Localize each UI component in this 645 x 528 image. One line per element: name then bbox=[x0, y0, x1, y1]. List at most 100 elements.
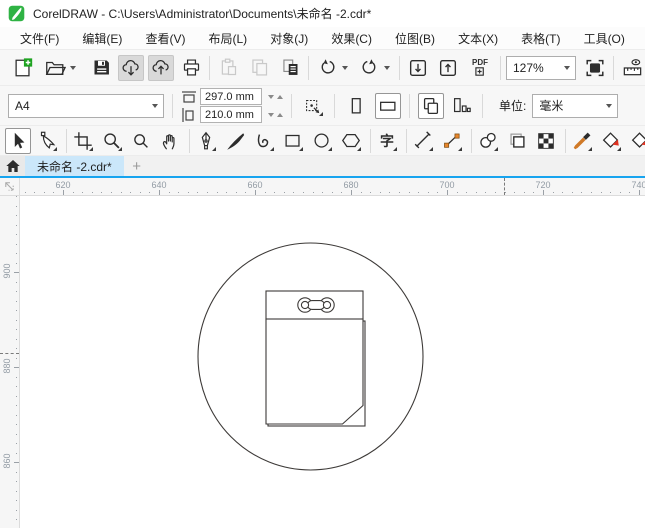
tool-zoom[interactable] bbox=[99, 128, 125, 154]
units-label: 单位: bbox=[499, 99, 527, 113]
nudge-offset-button[interactable] bbox=[300, 93, 326, 119]
menu-bitmaps[interactable]: 位图(B) bbox=[391, 28, 439, 49]
undo-button[interactable] bbox=[314, 55, 340, 81]
paste-special-icon bbox=[282, 59, 297, 75]
tool-ellipse[interactable] bbox=[309, 128, 335, 154]
tool-shape-edit[interactable] bbox=[34, 128, 60, 154]
current-page-size-button[interactable] bbox=[448, 93, 474, 119]
page-height-spinner[interactable] bbox=[268, 112, 283, 117]
view-rulers-button[interactable] bbox=[619, 55, 645, 81]
open-button[interactable] bbox=[42, 55, 68, 81]
tool-text[interactable]: 字 bbox=[374, 128, 400, 154]
open-dropdown-caret[interactable] bbox=[70, 65, 76, 70]
nudge-offset-icon bbox=[306, 99, 320, 113]
coreldraw-logo-icon bbox=[8, 5, 25, 22]
vertical-ruler[interactable]: 900 880 860 bbox=[0, 196, 20, 528]
tool-color-eyedropper[interactable] bbox=[569, 128, 595, 154]
tool-transparency[interactable] bbox=[504, 128, 530, 154]
magnifier-icon bbox=[134, 133, 148, 148]
page-width-spinner[interactable] bbox=[268, 94, 283, 99]
menu-effects[interactable]: 效果(C) bbox=[327, 28, 376, 49]
new-document-button[interactable] bbox=[10, 55, 36, 81]
horizontal-ruler[interactable]: 620 640 660 680 700 720 740 bbox=[20, 178, 645, 196]
new-tab-button[interactable]: + bbox=[124, 156, 150, 176]
tool-rectangle[interactable] bbox=[280, 128, 306, 154]
new-document-icon bbox=[15, 57, 33, 76]
ruler-origin-icon bbox=[5, 182, 14, 191]
menu-edit[interactable]: 编辑(E) bbox=[78, 28, 126, 49]
tool-drop-shadow[interactable] bbox=[475, 128, 501, 154]
tool-connector[interactable] bbox=[439, 128, 465, 154]
page-height-icon bbox=[182, 107, 194, 122]
redo-dropdown-caret[interactable] bbox=[384, 65, 390, 70]
page-size-caret[interactable] bbox=[152, 103, 158, 108]
tool-smart-fill[interactable] bbox=[627, 128, 645, 154]
v-ruler-label: 860 bbox=[2, 453, 12, 469]
calendar-drawing[interactable] bbox=[20, 196, 645, 528]
paste-special-button[interactable] bbox=[277, 55, 303, 81]
b-spline-icon bbox=[257, 133, 269, 147]
eyedropper-icon bbox=[573, 132, 591, 149]
menu-view[interactable]: 查看(V) bbox=[141, 28, 189, 49]
paint-brush-icon bbox=[227, 132, 245, 150]
units-value: 毫米 bbox=[539, 99, 564, 113]
document-tab-bar: 未命名 -2.cdr* + bbox=[0, 156, 645, 178]
landscape-orientation-button[interactable] bbox=[375, 92, 401, 119]
tool-paint-brush[interactable] bbox=[222, 128, 248, 154]
zoom-level-combobox[interactable]: 127% bbox=[506, 55, 576, 80]
v-ruler-cursor-marker bbox=[0, 353, 19, 354]
page-height-field[interactable]: 210.0 mm bbox=[200, 106, 262, 123]
drawing-canvas[interactable] bbox=[20, 196, 645, 528]
h-ruler-label: 620 bbox=[55, 180, 71, 190]
tool-pattern-fill[interactable] bbox=[533, 128, 559, 154]
tool-pen[interactable] bbox=[193, 128, 219, 154]
all-pages-button[interactable] bbox=[418, 92, 444, 119]
tool-b-spline[interactable] bbox=[251, 128, 277, 154]
cloud-download-icon bbox=[122, 59, 139, 76]
menu-layout[interactable]: 布局(L) bbox=[205, 28, 252, 49]
tool-crop[interactable] bbox=[70, 128, 96, 154]
units-combobox[interactable]: 毫米 bbox=[532, 93, 619, 118]
menu-table[interactable]: 表格(T) bbox=[517, 28, 564, 49]
v-ruler-label: 900 bbox=[2, 263, 12, 279]
ruler-origin[interactable] bbox=[0, 178, 20, 196]
menu-text[interactable]: 文本(X) bbox=[454, 28, 502, 49]
tool-zoom-secondary[interactable] bbox=[128, 128, 154, 154]
redo-button[interactable] bbox=[356, 55, 382, 81]
menu-file[interactable]: 文件(F) bbox=[16, 28, 63, 49]
export-button[interactable] bbox=[435, 55, 461, 81]
interactive-fill-icon bbox=[602, 131, 619, 148]
page-size-combobox[interactable]: A4 bbox=[8, 93, 164, 118]
cloud-upload-button[interactable] bbox=[148, 54, 174, 81]
open-folder-icon bbox=[45, 61, 66, 75]
cloud-download-button[interactable] bbox=[118, 54, 144, 81]
tool-polygon[interactable] bbox=[338, 128, 364, 154]
print-button[interactable] bbox=[178, 55, 204, 81]
h-ruler-label: 700 bbox=[439, 180, 455, 190]
document-tab-active[interactable]: 未命名 -2.cdr* bbox=[25, 156, 124, 176]
binding-bar[interactable] bbox=[306, 300, 326, 310]
home-button[interactable] bbox=[0, 156, 25, 176]
binding-ring-left-inner[interactable] bbox=[300, 300, 310, 310]
tool-pan[interactable] bbox=[157, 128, 183, 154]
tool-straight-line[interactable] bbox=[410, 128, 436, 154]
page-width-field[interactable]: 297.0 mm bbox=[200, 88, 262, 105]
publish-pdf-button[interactable]: PDF bbox=[465, 55, 495, 81]
undo-dropdown-caret[interactable] bbox=[342, 65, 348, 70]
tool-pick[interactable] bbox=[5, 127, 31, 154]
units-caret[interactable] bbox=[606, 103, 613, 108]
h-ruler-label: 640 bbox=[151, 180, 167, 190]
full-screen-preview-button[interactable] bbox=[582, 55, 608, 81]
menu-tools[interactable]: 工具(O) bbox=[580, 28, 629, 49]
pen-tool-icon bbox=[201, 131, 211, 149]
portrait-orientation-button[interactable] bbox=[343, 93, 369, 119]
binding-ring-right-inner[interactable] bbox=[322, 300, 332, 310]
tool-interactive-fill[interactable] bbox=[598, 128, 624, 154]
calendar-body[interactable] bbox=[265, 318, 364, 425]
import-button[interactable] bbox=[405, 55, 431, 81]
h-ruler-major-tick bbox=[543, 190, 544, 195]
h-ruler-cursor-marker bbox=[504, 178, 505, 195]
menu-object[interactable]: 对象(J) bbox=[266, 28, 312, 49]
zoom-level-caret[interactable] bbox=[564, 65, 570, 70]
save-button[interactable] bbox=[88, 55, 114, 81]
